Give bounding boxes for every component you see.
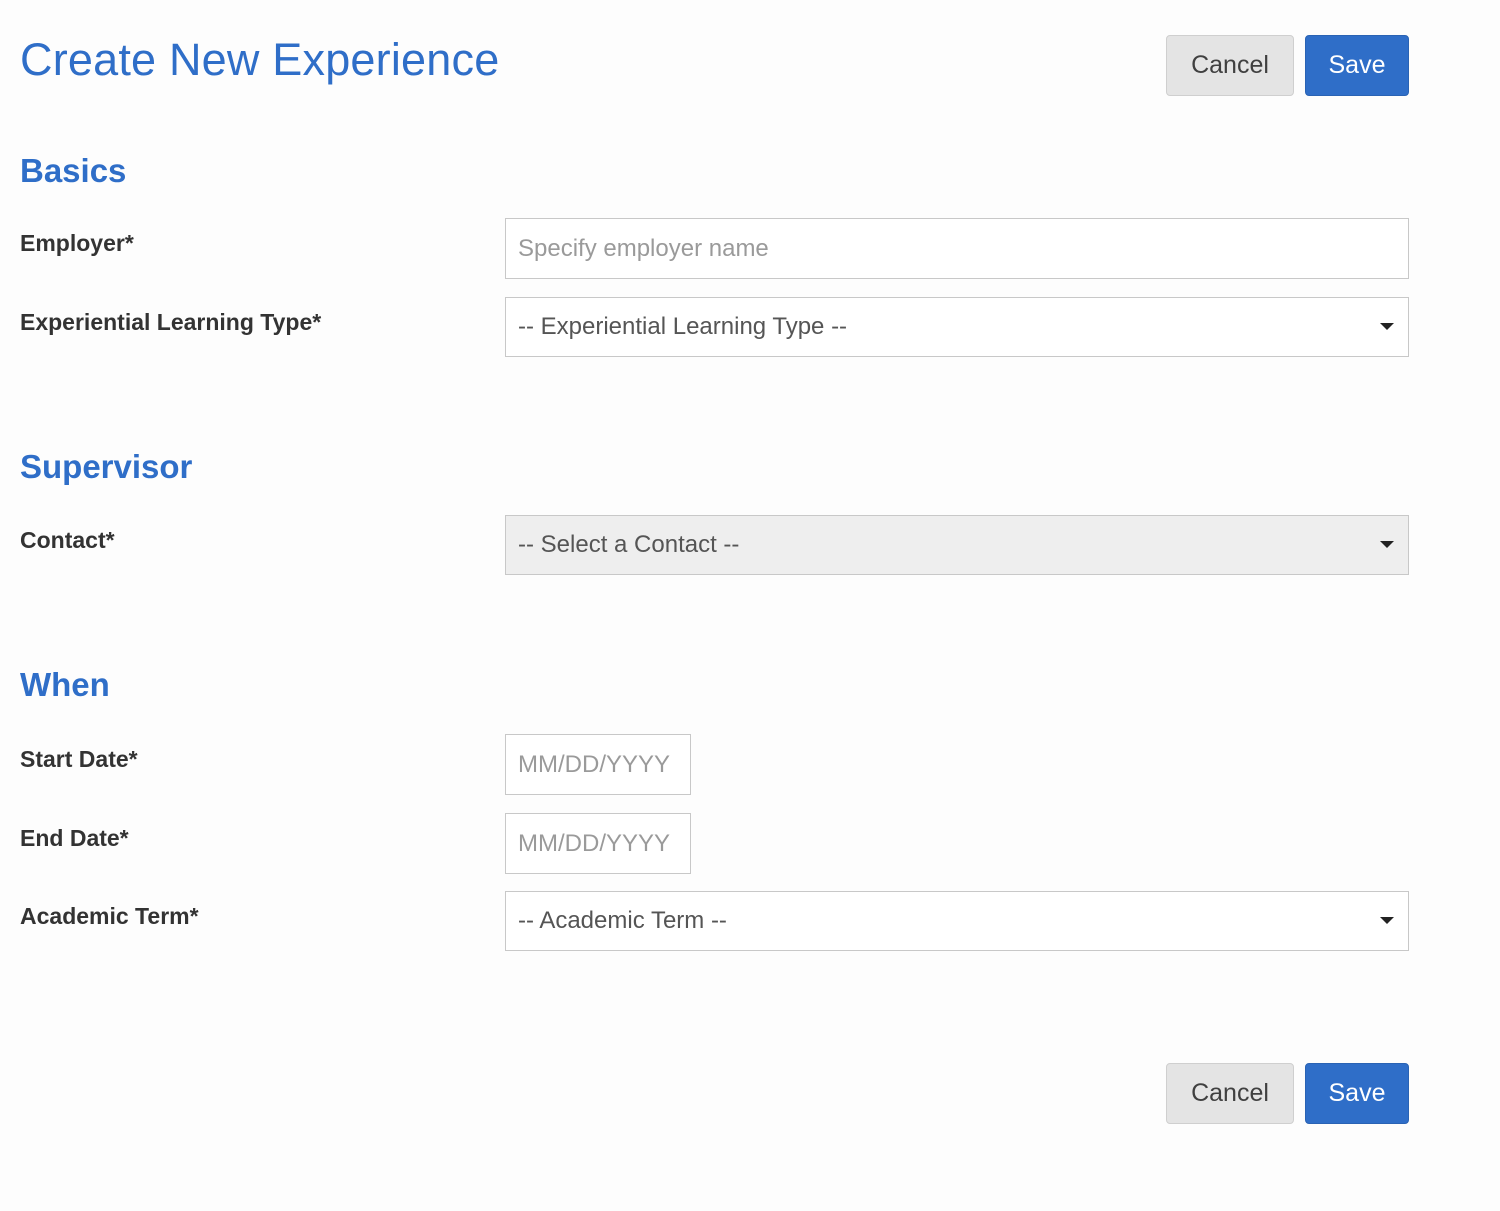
- learning-type-select[interactable]: -- Experiential Learning Type --: [505, 297, 1409, 357]
- employer-label: Employer*: [20, 230, 134, 256]
- section-heading-when: When: [20, 666, 110, 703]
- employer-input[interactable]: [505, 218, 1409, 279]
- caret-down-icon: [1380, 323, 1394, 330]
- caret-down-icon: [1380, 917, 1394, 924]
- save-button-bottom[interactable]: Save: [1305, 1063, 1409, 1124]
- contact-label: Contact*: [20, 527, 115, 553]
- create-experience-page: Create New Experience Cancel Save Basics…: [0, 0, 1500, 1211]
- contact-selected-value: -- Select a Contact --: [518, 531, 740, 558]
- learning-type-label: Experiential Learning Type*: [20, 309, 322, 335]
- learning-type-selected-value: -- Experiential Learning Type --: [518, 313, 848, 340]
- contact-select[interactable]: -- Select a Contact --: [505, 515, 1409, 575]
- start-date-input[interactable]: [505, 734, 691, 795]
- page-title: Create New Experience: [20, 34, 500, 85]
- cancel-button-top[interactable]: Cancel: [1166, 35, 1294, 96]
- cancel-button-bottom[interactable]: Cancel: [1166, 1063, 1294, 1124]
- section-heading-supervisor: Supervisor: [20, 448, 193, 485]
- start-date-label: Start Date*: [20, 746, 138, 772]
- end-date-label: End Date*: [20, 825, 129, 851]
- caret-down-icon: [1380, 541, 1394, 548]
- save-button-top[interactable]: Save: [1305, 35, 1409, 96]
- academic-term-label: Academic Term*: [20, 903, 199, 929]
- end-date-input[interactable]: [505, 813, 691, 874]
- section-heading-basics: Basics: [20, 152, 127, 189]
- academic-term-select[interactable]: -- Academic Term --: [505, 891, 1409, 951]
- academic-term-selected-value: -- Academic Term --: [518, 907, 727, 934]
